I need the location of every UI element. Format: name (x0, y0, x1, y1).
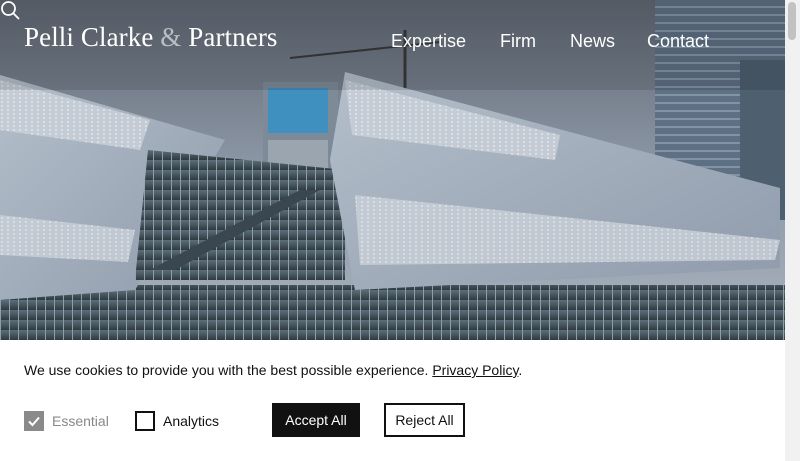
cookie-message: We use cookies to provide you with the b… (24, 362, 522, 378)
check-icon (28, 416, 40, 427)
page-scrollbar[interactable] (785, 0, 800, 461)
essential-label: Essential (52, 413, 109, 429)
reject-all-button[interactable]: Reject All (384, 403, 465, 437)
accept-all-button[interactable]: Accept All (272, 403, 360, 437)
essential-checkbox (24, 411, 44, 431)
nav-item-expertise[interactable]: Expertise (391, 31, 466, 52)
page: Pelli Clarke & Partners Expertise Firm N… (0, 0, 785, 461)
cookie-message-text: We use cookies to provide you with the b… (24, 362, 429, 378)
nav-item-firm[interactable]: Firm (500, 31, 536, 52)
nav-item-contact[interactable]: Contact (647, 31, 709, 52)
hero-image: Pelli Clarke & Partners Expertise Firm N… (0, 0, 785, 340)
site-header: Pelli Clarke & Partners Expertise Firm N… (0, 0, 785, 80)
cookie-banner: We use cookies to provide you with the b… (0, 340, 785, 461)
main-nav: Expertise Firm News Contact (0, 31, 785, 55)
analytics-checkbox[interactable] (135, 411, 155, 431)
analytics-label[interactable]: Analytics (163, 413, 219, 429)
privacy-policy-link[interactable]: Privacy Policy (432, 362, 518, 378)
nav-item-news[interactable]: News (570, 31, 615, 52)
message-period: . (518, 362, 523, 378)
scrollbar-thumb[interactable] (788, 2, 796, 40)
search-icon[interactable] (0, 0, 20, 20)
